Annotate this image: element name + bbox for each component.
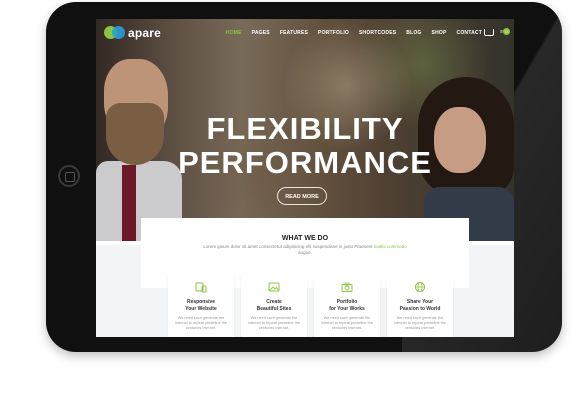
nav-item-features[interactable]: FEATURES — [280, 30, 308, 36]
feature-title-line2: Passion to World — [399, 305, 441, 312]
feature-card-portfolio[interactable]: Portfolio for Your Works We need such ge… — [314, 274, 380, 337]
feature-text: We need such generate the internet to re… — [175, 316, 227, 330]
feature-card-responsive[interactable]: Responsive Your Website We need such gen… — [168, 274, 234, 337]
what-we-do-link[interactable]: mattis commodo — [374, 244, 407, 249]
feature-title-line1: Create — [266, 299, 282, 305]
nav-item-blog[interactable]: BLOG — [406, 30, 421, 36]
home-button[interactable] — [58, 165, 80, 187]
feature-title-line2: for Your Works — [329, 305, 365, 312]
camera-icon — [341, 282, 353, 292]
what-we-do-title: WHAT WE DO — [281, 235, 329, 242]
feature-title: Responsive Your Website — [168, 299, 234, 312]
feature-card-create[interactable]: Create Beautiful Sites We need such gene… — [241, 274, 307, 337]
feature-text: We need such generate the internet to re… — [248, 316, 300, 330]
hero-banner: apare HOME PAGES FEATURES PORTFOLIO SHOR… — [96, 19, 514, 241]
feature-title: Create Beautiful Sites — [241, 299, 307, 312]
read-more-button[interactable]: READ MORE — [277, 187, 327, 205]
feature-title: Portfolio for Your Works — [314, 299, 380, 312]
hero-headline-line2: PERFORMANCE — [178, 145, 432, 180]
feature-title-line2: Beautiful Sites — [256, 305, 292, 312]
cart-count-badge: 0 — [503, 28, 510, 35]
feature-title: Share Your Passion to World — [387, 299, 453, 312]
nav-item-pages[interactable]: PAGES — [252, 30, 270, 36]
feature-title-line2: Your Website — [185, 305, 217, 312]
hero-headline-line1: FLEXIBILITY — [206, 111, 404, 146]
what-we-do-body: Lorem ipsum dolor sit amet consectetur a… — [203, 244, 373, 249]
nav-item-portfolio[interactable]: PORTFOLIO — [318, 30, 349, 36]
nav-item-contact[interactable]: CONTACT — [457, 30, 482, 36]
website-screen: apare HOME PAGES FEATURES PORTFOLIO SHOR… — [96, 19, 514, 337]
globe-icon — [414, 281, 426, 293]
nav-item-shortcodes[interactable]: SHORTCODES — [359, 30, 396, 36]
feature-card-share[interactable]: Share Your Passion to World We need such… — [387, 274, 453, 337]
responsive-icon — [195, 282, 207, 293]
feature-title-line1: Responsive — [186, 299, 216, 305]
what-we-do-tail: augue. — [298, 250, 312, 255]
feature-text: We need such generate the internet to re… — [394, 316, 446, 330]
cart-icon[interactable] — [484, 29, 494, 36]
nav-item-home[interactable]: HOME — [226, 30, 242, 36]
what-we-do-text: Lorem ipsum dolor sit amet consectetur a… — [201, 244, 409, 256]
logo-text: apare — [128, 26, 162, 40]
image-icon — [268, 282, 280, 292]
logo-mark-icon — [104, 26, 126, 40]
main-menu: HOME PAGES FEATURES PORTFOLIO SHORTCODES… — [226, 30, 482, 36]
site-logo[interactable]: apare — [104, 26, 161, 40]
nav-item-shop[interactable]: SHOP — [432, 30, 447, 36]
feature-title-line1: Share Your — [406, 299, 434, 305]
feature-text: We need such generate the internet to re… — [321, 316, 373, 330]
feature-title-line1: Portfolio — [336, 299, 358, 305]
top-navigation: apare HOME PAGES FEATURES PORTFOLIO SHOR… — [96, 19, 514, 49]
